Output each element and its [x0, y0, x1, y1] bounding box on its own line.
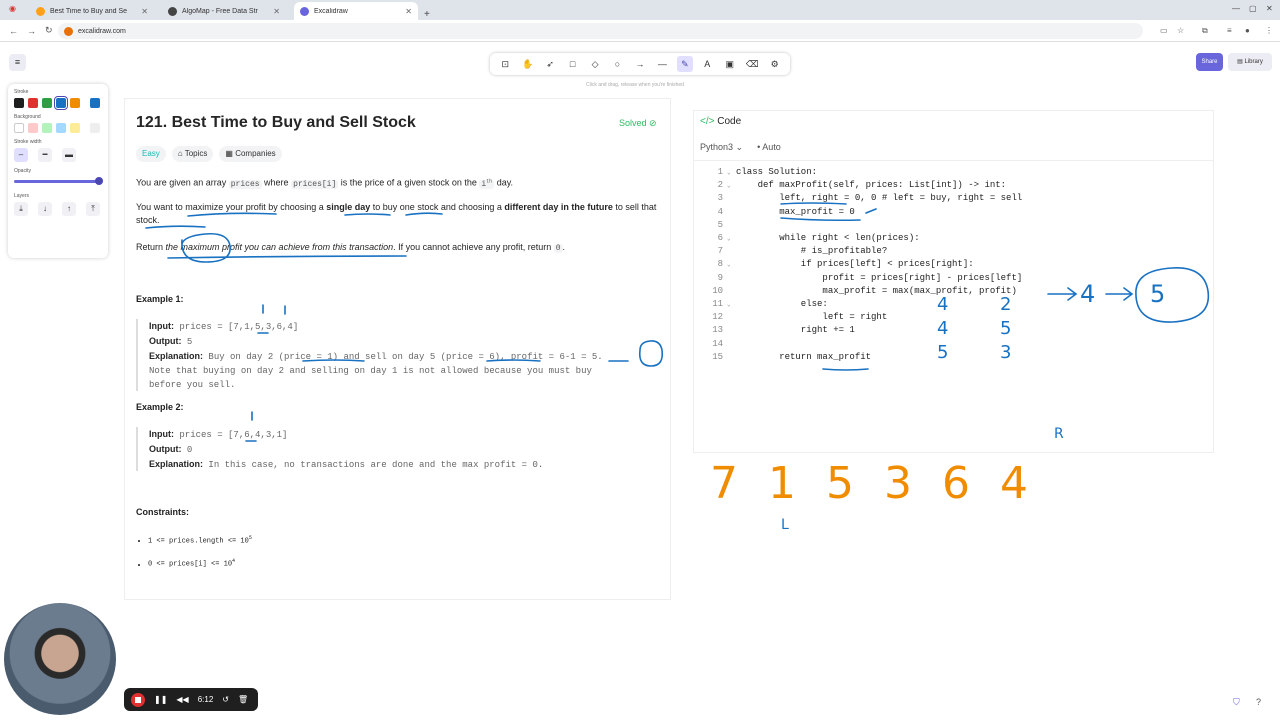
handwritten-digit: 4 [937, 294, 949, 315]
arrow-to-4 [1047, 287, 1078, 301]
circle-result [638, 340, 664, 367]
recording-controls: ❚❚ ◀◀ 6:12 ↺ 🗑 [124, 688, 258, 711]
webcam-overlay [4, 603, 116, 715]
underline-buy-one [405, 212, 443, 216]
chain-value: 4 [1080, 280, 1096, 308]
arrow-to-5 [1105, 287, 1134, 301]
shield-icon[interactable]: ⛉ [1233, 697, 1240, 708]
underline-return [822, 368, 869, 371]
pointer-right: R [1054, 426, 1064, 442]
price-digit: 5 [826, 458, 854, 509]
circle-final-5 [1135, 267, 1210, 323]
price-digit: 4 [1000, 458, 1028, 509]
chain-final-value: 5 [1150, 280, 1166, 308]
handwritten-digit: 3 [1000, 342, 1012, 363]
handwritten-digit: 4 [937, 318, 949, 339]
underline-price6 [486, 359, 541, 362]
handwritten-digit: 5 [937, 342, 949, 363]
slash-mark [865, 208, 877, 214]
underline-left-right [780, 202, 847, 205]
rewind-icon[interactable]: ◀◀ [176, 695, 188, 704]
pen-annotations [145, 202, 1210, 442]
stop-record-button[interactable] [131, 692, 145, 707]
handwritten-digit: 5 [1000, 318, 1012, 339]
underline-sell [145, 225, 206, 229]
restart-icon[interactable]: ↺ [222, 695, 229, 704]
underline-maximize [187, 212, 277, 217]
underline-profit [167, 255, 407, 259]
underline-max-profit-init [780, 217, 861, 222]
price-digit: 3 [884, 458, 912, 509]
price-digit: 7 [710, 458, 738, 509]
recording-time: 6:12 [197, 695, 214, 704]
help-icon[interactable]: ? [1256, 697, 1261, 707]
pointer-left: L [781, 517, 789, 533]
price-digit: 6 [942, 458, 970, 509]
underline-price1 [302, 359, 365, 362]
pause-icon[interactable]: ❚❚ [154, 695, 167, 704]
delete-icon[interactable]: 🗑 [238, 695, 248, 704]
price-digit: 1 [768, 458, 796, 509]
underline-single-day [344, 213, 391, 216]
handwritten-digit: 2 [1000, 294, 1012, 315]
